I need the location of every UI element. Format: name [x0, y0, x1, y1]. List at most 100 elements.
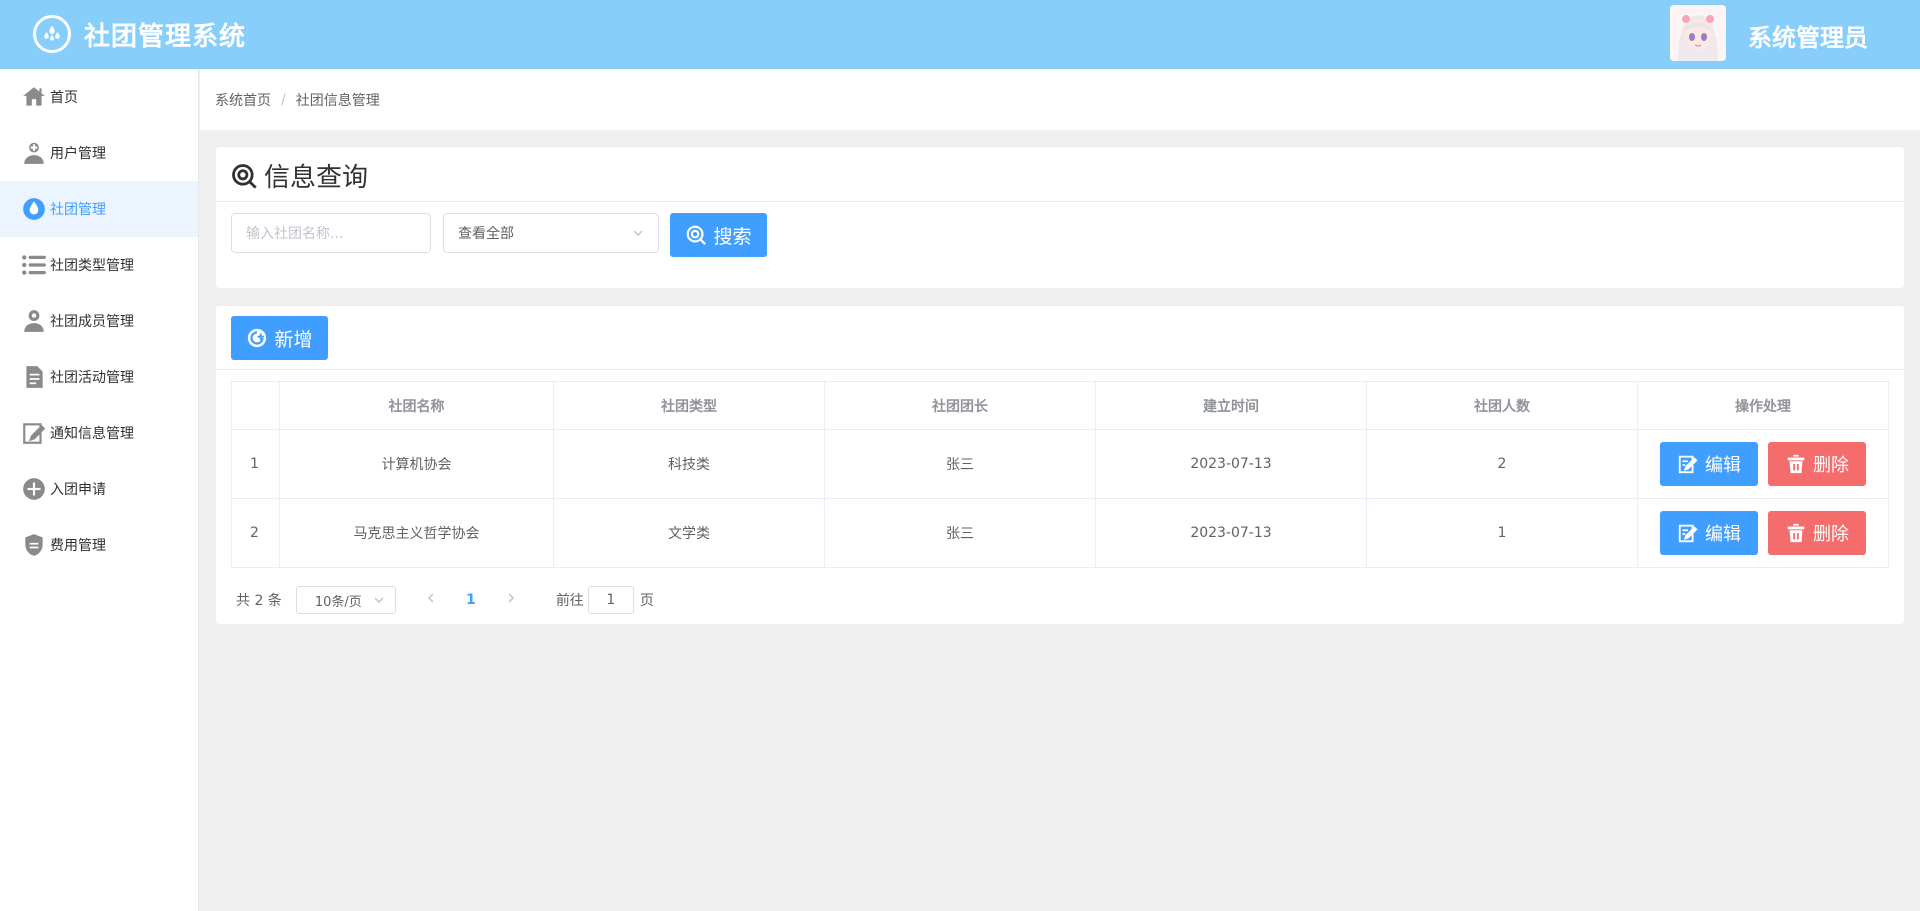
row-index: 1 [231, 429, 280, 499]
list-icon [20, 251, 48, 279]
page-size-select[interactable]: 10条/页 [295, 586, 396, 614]
row-club-date: 2023-07-13 [1095, 429, 1367, 499]
row-club-type: 文学类 [553, 498, 825, 568]
edit-icon [20, 419, 48, 447]
row-club-name: 计算机协会 [279, 429, 554, 499]
sidebar-item-label: 费用管理 [50, 538, 106, 554]
search-button-label: 搜索 [713, 225, 752, 248]
page-number-current[interactable]: 1 [456, 592, 486, 608]
table-row: 1 计算机协会 科技类 张三 2023-07-13 2 编辑 删除 [231, 429, 1889, 499]
list-card: 新增 社团名称 社团类型 社团团长 建立时间 社团人数 操作处理 1 计算机协会… [215, 305, 1905, 625]
column-header-actions: 操作处理 [1637, 381, 1889, 430]
column-header-date: 建立时间 [1095, 381, 1367, 430]
club-table: 社团名称 社团类型 社团团长 建立时间 社团人数 操作处理 1 计算机协会 科技… [231, 381, 1889, 568]
chevron-down-icon [633, 230, 643, 237]
edit-icon [1678, 455, 1698, 474]
user-add-icon [20, 139, 48, 167]
sidebar-item-label: 入团申请 [50, 482, 106, 498]
sidebar: 首页 用户管理 社团管理 社团类型管理 社团成员管理 社团活动管理 通知信息管理… [0, 69, 199, 911]
table-header-row: 社团名称 社团类型 社团团长 建立时间 社团人数 操作处理 [231, 381, 1889, 430]
row-index: 2 [231, 498, 280, 568]
sidebar-item-label: 社团管理 [50, 202, 106, 218]
add-button[interactable]: 新增 [231, 316, 328, 360]
drops-logo-icon [33, 15, 71, 53]
user-name[interactable]: 系统管理员 [1748, 18, 1868, 53]
row-club-count: 1 [1366, 498, 1638, 568]
plus-circle-icon [20, 475, 48, 503]
row-club-date: 2023-07-13 [1095, 498, 1367, 568]
sidebar-item-club-types[interactable]: 社团类型管理 [0, 237, 198, 293]
breadcrumb-current: 社团信息管理 [295, 92, 380, 109]
goto-page-input[interactable]: 1 [587, 586, 634, 614]
column-header-leader: 社团团长 [824, 381, 1096, 430]
list-card-header: 新增 [216, 306, 1904, 370]
member-icon [20, 307, 48, 335]
sidebar-item-home[interactable]: 首页 [0, 69, 198, 125]
add-button-label: 新增 [274, 328, 313, 351]
prev-page-button[interactable] [416, 592, 446, 608]
document-icon [20, 363, 48, 391]
sidebar-item-fees[interactable]: 费用管理 [0, 517, 198, 573]
sidebar-item-applications[interactable]: 入团申请 [0, 461, 198, 517]
drop-icon [20, 195, 48, 223]
breadcrumb-separator: / [281, 91, 286, 108]
goto-unit: 页 [639, 593, 654, 609]
chevron-right-icon [508, 593, 514, 603]
add-circle-icon [248, 328, 267, 348]
search-icon [232, 164, 257, 189]
row-actions: 编辑 删除 [1637, 498, 1889, 568]
row-actions: 编辑 删除 [1637, 429, 1889, 499]
row-club-name: 马克思主义哲学协会 [279, 498, 554, 568]
sidebar-item-activities[interactable]: 社团活动管理 [0, 349, 198, 405]
edit-icon [1678, 524, 1698, 543]
delete-button-label: 删除 [1813, 524, 1849, 545]
trash-icon [1787, 523, 1805, 543]
trash-icon [1787, 454, 1805, 474]
club-type-select[interactable]: 查看全部 [443, 213, 659, 253]
query-card-header: 信息查询 [216, 147, 1904, 202]
sidebar-item-clubs[interactable]: 社团管理 [0, 181, 198, 237]
query-title: 信息查询 [264, 163, 369, 193]
column-header-name: 社团名称 [279, 381, 554, 430]
sidebar-item-label: 社团活动管理 [50, 370, 134, 386]
chevron-left-icon [427, 593, 434, 603]
row-club-leader: 张三 [824, 498, 1096, 568]
search-icon [687, 225, 707, 245]
breadcrumb: 系统首页 / 社团信息管理 [200, 69, 1920, 130]
pager-total: 共 2 条 [236, 593, 282, 609]
table-row: 2 马克思主义哲学协会 文学类 张三 2023-07-13 1 编辑 删除 [231, 498, 1889, 568]
delete-button-label: 删除 [1813, 455, 1849, 476]
sidebar-item-members[interactable]: 社团成员管理 [0, 293, 198, 349]
column-header-count: 社团人数 [1366, 381, 1638, 430]
edit-button-label: 编辑 [1705, 455, 1741, 476]
query-card: 信息查询 输入社团名称... 查看全部 搜索 [215, 146, 1905, 289]
edit-button-label: 编辑 [1705, 524, 1741, 545]
next-page-button[interactable] [496, 592, 526, 608]
sidebar-item-label: 社团类型管理 [50, 258, 134, 274]
search-button[interactable]: 搜索 [670, 213, 767, 257]
breadcrumb-home[interactable]: 系统首页 [215, 90, 271, 110]
row-club-count: 2 [1366, 429, 1638, 499]
club-name-input[interactable]: 输入社团名称... [231, 213, 431, 253]
chevron-down-icon [374, 597, 384, 604]
edit-button[interactable]: 编辑 [1660, 511, 1758, 555]
sidebar-item-label: 首页 [50, 90, 78, 106]
sidebar-item-notices[interactable]: 通知信息管理 [0, 405, 198, 461]
sidebar-item-label: 社团成员管理 [50, 314, 134, 330]
column-header-index [231, 381, 280, 430]
avatar[interactable] [1670, 5, 1726, 61]
page-size-value: 10条/页 [314, 594, 362, 610]
top-header: 社团管理系统 系统管理员 [0, 0, 1920, 69]
app-title: 社团管理系统 [84, 22, 247, 52]
edit-button[interactable]: 编辑 [1660, 442, 1758, 486]
delete-button[interactable]: 删除 [1768, 442, 1866, 486]
pagination: 共 2 条 10条/页 1 前往 1 页 [236, 586, 654, 614]
sidebar-item-label: 通知信息管理 [50, 426, 134, 442]
column-header-type: 社团类型 [553, 381, 825, 430]
shield-icon [20, 531, 48, 559]
home-icon [20, 83, 48, 111]
goto-label: 前往 [555, 593, 584, 609]
row-club-leader: 张三 [824, 429, 1096, 499]
sidebar-item-users[interactable]: 用户管理 [0, 125, 198, 181]
delete-button[interactable]: 删除 [1768, 511, 1866, 555]
